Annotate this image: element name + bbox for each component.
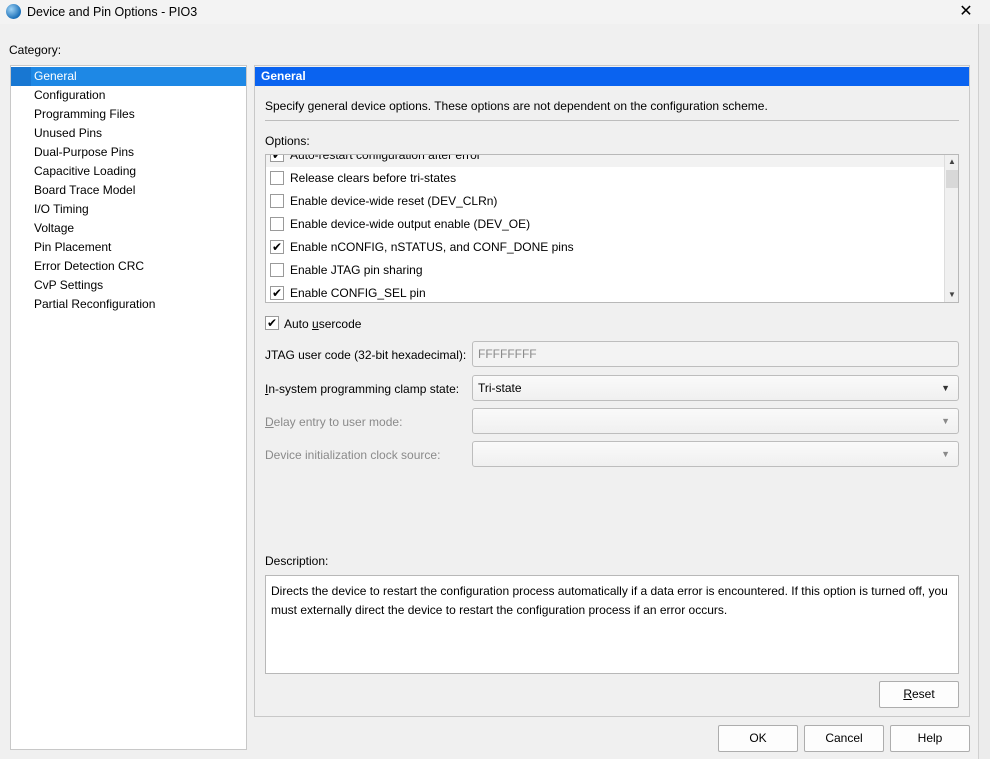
category-item-pin-placement[interactable]: Pin Placement [11, 238, 246, 257]
chevron-down-icon: ▼ [941, 449, 950, 459]
category-item-general[interactable]: General [11, 67, 246, 86]
options-list[interactable]: ✔ Auto-restart configuration after error R… [265, 154, 959, 303]
checkbox[interactable]: ✔ [270, 240, 284, 254]
option-row[interactable]: Release clears before tri-states [266, 167, 944, 190]
panel-header: General [255, 67, 969, 86]
category-item-board-trace-model[interactable]: Board Trace Model [11, 181, 246, 200]
option-row[interactable]: ✔ Enable nCONFIG, nSTATUS, and CONF_DONE … [266, 236, 944, 259]
delay-entry-select[interactable]: ▼ [472, 408, 959, 434]
option-label: Enable device-wide output enable (DEV_OE… [290, 217, 531, 231]
label-part: sercode [318, 317, 362, 331]
window-title: Device and Pin Options - PIO3 [27, 5, 198, 19]
scroll-down-icon[interactable]: ▼ [945, 288, 958, 302]
option-row[interactable]: ✔ Auto-restart configuration after error [266, 154, 944, 167]
option-label: Auto-restart configuration after error [290, 154, 481, 162]
scroll-up-icon[interactable]: ▲ [945, 155, 958, 169]
category-item-i-o-timing[interactable]: I/O Timing [11, 200, 246, 219]
label-part: elay entry to user mode: [273, 415, 403, 429]
option-row[interactable]: Enable device-wide output enable (DEV_OE… [266, 213, 944, 236]
option-row[interactable]: Enable JTAG pin sharing [266, 259, 944, 282]
jtag-user-code-input[interactable]: FFFFFFFF [472, 341, 959, 367]
option-row[interactable]: Enable device-wide reset (DEV_CLRn) [266, 190, 944, 213]
category-item-capacitive-loading[interactable]: Capacitive Loading [11, 162, 246, 181]
option-row[interactable]: ✔ Enable CONFIG_SEL pin [266, 282, 944, 302]
mnemonic: u [312, 317, 319, 331]
checkbox[interactable]: ✔ [265, 316, 279, 330]
checkbox[interactable]: ✔ [270, 286, 284, 300]
delay-label: Delay entry to user mode: [265, 415, 402, 429]
category-list[interactable]: General Configuration Programming Files Unu… [10, 65, 247, 750]
panel-description: Specify general device options. These op… [265, 99, 768, 113]
option-label: Enable device-wide reset (DEV_CLRn) [290, 194, 498, 208]
options-scrollbar[interactable]: ▲ ▼ [944, 155, 958, 302]
category-label: Category: [9, 43, 62, 57]
label-part: eset [911, 687, 935, 701]
checkbox[interactable]: ✔ [270, 155, 284, 162]
label-part: Auto [284, 317, 313, 331]
app-logo-icon [6, 4, 21, 19]
mnemonic: D [265, 415, 274, 429]
checkbox[interactable] [270, 263, 284, 277]
category-item-error-detection-crc[interactable]: Error Detection CRC [11, 257, 246, 276]
clamp-label: In-system programming clamp state: [265, 382, 459, 396]
reset-button[interactable]: Reset [879, 681, 959, 708]
help-button[interactable]: Help [890, 725, 970, 752]
category-item-unused-pins[interactable]: Unused Pins [11, 124, 246, 143]
label-part: n-system programming clamp state: [268, 382, 460, 396]
clock-source-select[interactable]: ▼ [472, 441, 959, 467]
category-item-configuration[interactable]: Configuration [11, 86, 246, 105]
chevron-down-icon: ▼ [941, 416, 950, 426]
window-border [978, 24, 990, 759]
option-label: Enable JTAG pin sharing [290, 263, 423, 277]
category-item-programming-files[interactable]: Programming Files [11, 105, 246, 124]
option-label: Release clears before tri-states [290, 171, 457, 185]
description-text: Directs the device to restart the config… [265, 575, 959, 674]
description-label: Description: [265, 554, 329, 568]
category-item-dual-purpose-pins[interactable]: Dual-Purpose Pins [11, 143, 246, 162]
ok-button[interactable]: OK [718, 725, 798, 752]
checkbox[interactable] [270, 217, 284, 231]
category-item-cvp-settings[interactable]: CvP Settings [11, 276, 246, 295]
scroll-thumb[interactable] [946, 170, 958, 188]
options-label: Options: [265, 134, 310, 148]
category-item-partial-reconfiguration[interactable]: Partial Reconfiguration [11, 295, 246, 314]
auto-usercode-checkbox[interactable]: ✔ Auto usercode [265, 316, 361, 332]
checkbox[interactable] [270, 171, 284, 185]
option-label: Enable CONFIG_SEL pin [290, 286, 426, 300]
clamp-state-select[interactable]: Tri-state ▼ [472, 375, 959, 401]
chevron-down-icon: ▼ [941, 383, 950, 393]
divider [265, 120, 959, 121]
category-item-voltage[interactable]: Voltage [11, 219, 246, 238]
jtag-label: JTAG user code (32-bit hexadecimal): [265, 348, 467, 362]
checkbox[interactable] [270, 194, 284, 208]
cancel-button[interactable]: Cancel [804, 725, 884, 752]
option-label: Enable nCONFIG, nSTATUS, and CONF_DONE p… [290, 240, 574, 254]
select-value: Tri-state [478, 381, 522, 395]
mnemonic: R [903, 687, 912, 701]
clock-source-label: Device initialization clock source: [265, 448, 441, 462]
close-icon[interactable]: ✕ [955, 2, 977, 22]
